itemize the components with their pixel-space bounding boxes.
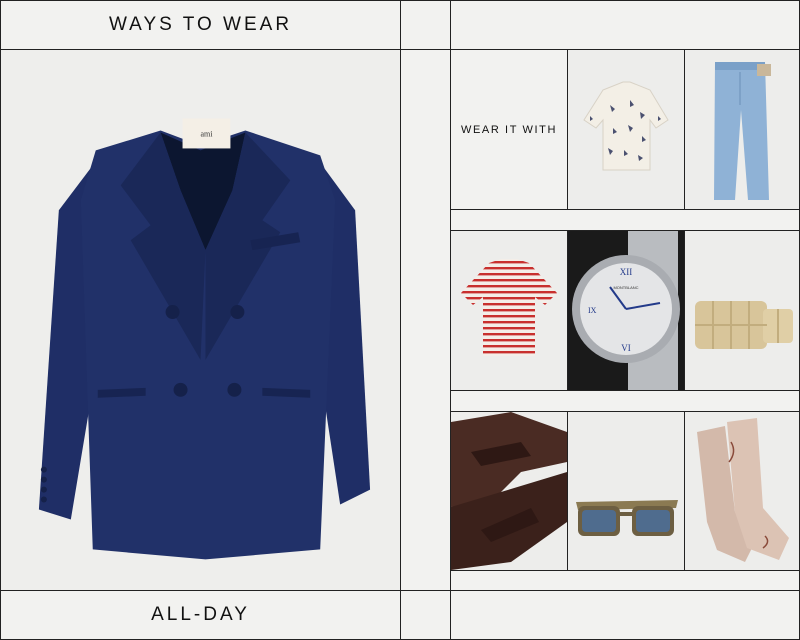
wear-it-with-label: WEAR IT WITH <box>450 49 568 210</box>
svg-text:XII: XII <box>620 267 633 277</box>
wear-it-with-text: WEAR IT WITH <box>461 123 557 136</box>
watch-brand: MONTBLANC <box>613 285 638 290</box>
page-title: WAYS TO WEAR <box>0 0 401 50</box>
brand-label: ami <box>201 129 214 138</box>
shirt-image <box>583 81 669 171</box>
watch-image: XII VI IX MONTBLANC <box>572 231 680 390</box>
item-sunglasses[interactable] <box>567 411 685 571</box>
footer-title-text: ALL-DAY <box>151 604 250 625</box>
item-loafers[interactable] <box>450 411 568 571</box>
item-watch[interactable]: XII VI IX MONTBLANC <box>567 230 685 391</box>
hero-image[interactable]: ami <box>0 49 401 591</box>
header-spacer-wide <box>450 0 800 50</box>
item-bag[interactable] <box>684 230 800 391</box>
row-divider-3 <box>450 570 800 591</box>
narrow-column <box>400 49 451 591</box>
footer-title: ALL-DAY <box>0 590 401 640</box>
jeans-image <box>714 62 771 200</box>
item-jeans[interactable] <box>684 49 800 210</box>
row-divider-1 <box>450 209 800 231</box>
loafers-image <box>451 412 567 570</box>
item-socks[interactable] <box>684 411 800 571</box>
svg-text:IX: IX <box>588 306 597 315</box>
footer-spacer-narrow <box>400 590 451 640</box>
bag-image <box>695 301 793 349</box>
sunglasses-image <box>576 500 678 536</box>
row-divider-2 <box>450 390 800 412</box>
header-spacer-narrow <box>400 0 451 50</box>
tshirt-image <box>461 259 557 356</box>
socks-image <box>697 418 789 562</box>
blazer-image: ami <box>38 118 371 560</box>
item-printed-shirt[interactable] <box>567 49 685 210</box>
page-title-text: WAYS TO WEAR <box>108 14 293 35</box>
svg-text:VI: VI <box>621 343 631 353</box>
item-striped-tshirt[interactable] <box>450 230 568 391</box>
footer-spacer-wide <box>450 590 800 640</box>
